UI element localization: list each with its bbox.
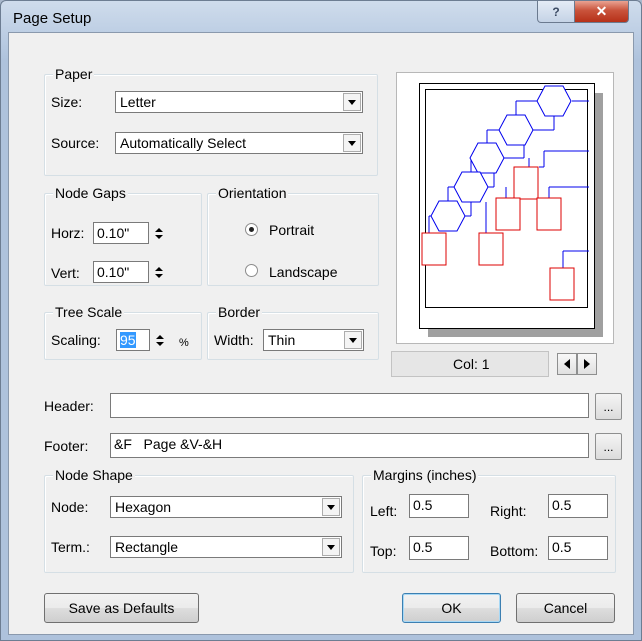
- bottom-margin-label: Bottom:: [490, 543, 539, 559]
- rectangle-node: [549, 267, 575, 301]
- vert-label: Vert:: [51, 265, 80, 281]
- scaling-spinner[interactable]: [152, 329, 168, 351]
- save-as-defaults-button[interactable]: Save as Defaults: [44, 593, 199, 623]
- term-shape-select[interactable]: Rectangle: [110, 536, 342, 558]
- rectangle-node: [513, 166, 539, 200]
- rectangle-node: [421, 232, 447, 266]
- header-label: Header:: [44, 398, 94, 414]
- chevron-down-icon[interactable]: [343, 134, 361, 152]
- scaling-label: Scaling:: [51, 332, 101, 348]
- column-indicator: Col: 1: [391, 351, 549, 377]
- node-shape-value: Hexagon: [115, 499, 172, 515]
- portrait-radio[interactable]: [245, 223, 258, 236]
- help-button[interactable]: ?: [537, 1, 575, 23]
- arrow-right-icon: [584, 359, 590, 369]
- page-setup-dialog: Page Setup ? ✕ Paper Size: Letter Source…: [0, 0, 642, 641]
- hexagon-node: [536, 85, 572, 117]
- footer-browse-button[interactable]: ...: [595, 433, 622, 460]
- close-icon: ✕: [595, 3, 608, 19]
- landscape-radio[interactable]: [245, 264, 258, 277]
- cancel-button[interactable]: Cancel: [516, 593, 615, 623]
- landscape-label[interactable]: Landscape: [269, 264, 338, 280]
- paper-source-value: Automatically Select: [120, 135, 247, 151]
- margins-group-label: Margins (inches): [371, 467, 479, 483]
- horz-gap-spinner[interactable]: [151, 222, 167, 244]
- paper-size-value: Letter: [120, 94, 156, 110]
- footer-label: Footer:: [44, 438, 89, 454]
- vert-gap-input[interactable]: 0.10": [93, 261, 149, 283]
- paper-size-select[interactable]: Letter: [115, 91, 363, 113]
- scaling-input[interactable]: 95: [116, 329, 150, 351]
- node-shape-group: Node Shape: [44, 467, 354, 573]
- dialog-title: Page Setup: [13, 10, 92, 27]
- hexagon-node: [453, 171, 489, 203]
- help-icon: ?: [552, 4, 560, 19]
- source-label: Source:: [51, 135, 100, 151]
- rectangle-node: [536, 197, 562, 231]
- chevron-down-icon[interactable]: [344, 331, 362, 349]
- right-margin-input[interactable]: 0.5: [548, 494, 608, 518]
- horz-gap-input[interactable]: 0.10": [93, 222, 149, 244]
- chevron-down-icon[interactable]: [322, 498, 340, 516]
- chevron-down-icon[interactable]: [343, 93, 361, 111]
- hexagon-node: [498, 114, 534, 146]
- column-text: Col: 1: [453, 356, 490, 372]
- bottom-margin-input[interactable]: 0.5: [548, 536, 608, 560]
- border-group-label: Border: [216, 304, 263, 320]
- chevron-down-icon[interactable]: [322, 538, 340, 556]
- left-margin-input[interactable]: 0.5: [409, 494, 469, 518]
- dialog-body: Paper Size: Letter Source: Automatically…: [8, 32, 634, 635]
- horz-label: Horz:: [51, 225, 85, 241]
- term-label: Term.:: [51, 539, 90, 555]
- title-bar[interactable]: Page Setup ? ✕: [1, 1, 641, 35]
- top-margin-input[interactable]: 0.5: [409, 536, 469, 560]
- border-width-label: Width:: [214, 332, 254, 348]
- previous-column-button[interactable]: [557, 353, 577, 375]
- header-input[interactable]: [110, 393, 589, 418]
- term-shape-value: Rectangle: [115, 539, 179, 555]
- footer-input[interactable]: &F Page &V-&H: [110, 433, 589, 458]
- rectangle-node: [495, 197, 521, 231]
- hexagon-node: [430, 200, 466, 232]
- portrait-label[interactable]: Portrait: [269, 222, 314, 238]
- node-shape-select[interactable]: Hexagon: [110, 496, 342, 518]
- orientation-group-label: Orientation: [216, 185, 289, 201]
- scaling-unit: %: [179, 337, 189, 349]
- next-column-button[interactable]: [577, 353, 597, 375]
- node-shape-group-label: Node Shape: [53, 467, 135, 483]
- right-margin-label: Right:: [490, 503, 527, 519]
- arrow-left-icon: [564, 359, 570, 369]
- scaling-value: 95: [120, 332, 136, 348]
- rectangle-node: [478, 232, 504, 266]
- hexagon-node: [469, 142, 505, 174]
- header-browse-button[interactable]: ...: [595, 393, 622, 420]
- node-label: Node:: [51, 499, 89, 515]
- size-label: Size:: [51, 94, 83, 110]
- paper-group-label: Paper: [53, 66, 95, 82]
- left-margin-label: Left:: [370, 503, 398, 519]
- vert-gap-spinner[interactable]: [151, 261, 167, 283]
- top-margin-label: Top:: [370, 543, 397, 559]
- paper-group: Paper: [44, 66, 378, 176]
- border-width-select[interactable]: Thin: [263, 329, 364, 351]
- tree-scale-group-label: Tree Scale: [53, 304, 125, 320]
- ok-button[interactable]: OK: [402, 593, 501, 623]
- close-button[interactable]: ✕: [574, 1, 629, 23]
- border-width-value: Thin: [268, 332, 296, 348]
- paper-source-select[interactable]: Automatically Select: [115, 132, 363, 154]
- page-preview: [419, 83, 595, 329]
- node-gaps-group-label: Node Gaps: [53, 185, 128, 201]
